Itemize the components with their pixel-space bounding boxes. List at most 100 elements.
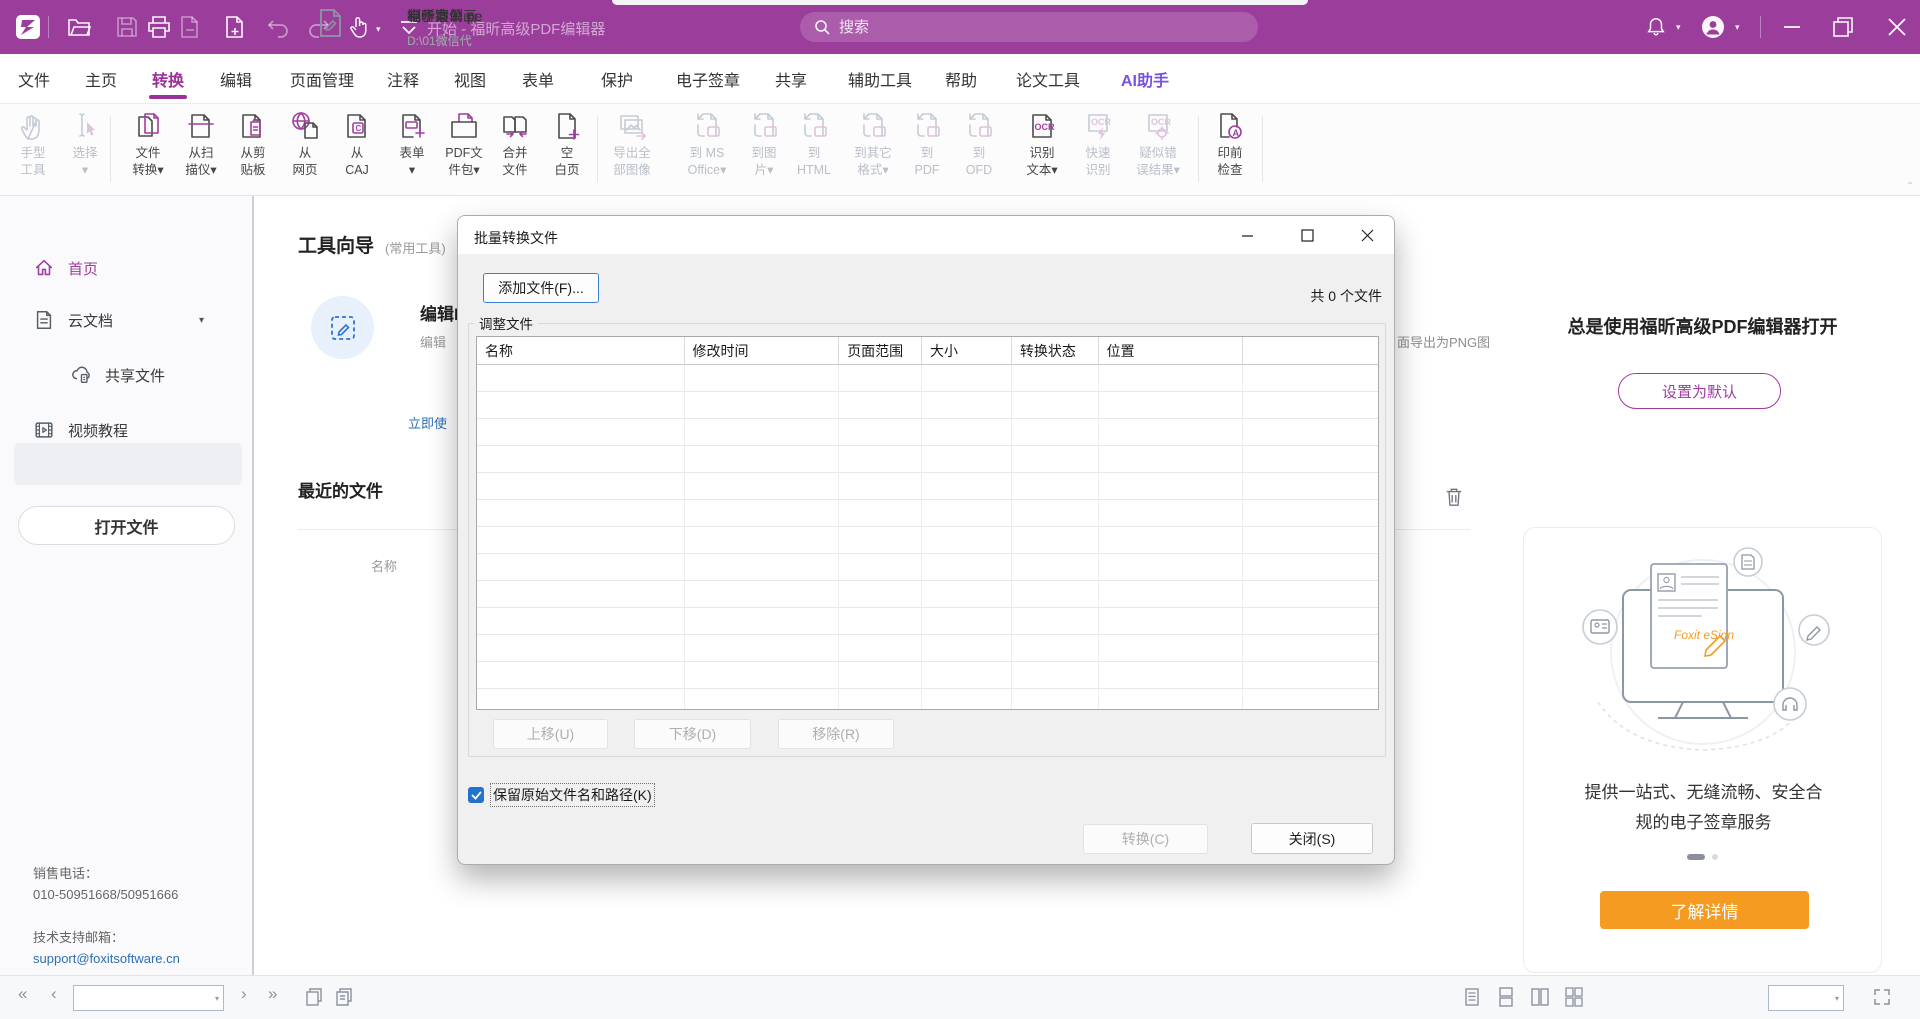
support-email-link[interactable]: support@foxitsoftware.cn: [33, 948, 180, 969]
snapshot-icon[interactable]: [304, 987, 324, 1012]
zoom-level-combo[interactable]: ▾: [1768, 985, 1844, 1011]
print-icon[interactable]: [146, 14, 172, 40]
ribbon-separator: [1262, 116, 1263, 182]
files-table-column-header[interactable]: 大小: [922, 337, 1012, 365]
titlebar-separator-2: [1760, 16, 1761, 38]
ribbon-ocr-text[interactable]: OCR 识别 文本▾: [1011, 107, 1073, 179]
ribbon-preflight[interactable]: A 印前 检查: [1199, 107, 1261, 179]
menu-home[interactable]: 主页: [85, 54, 117, 104]
facing-continuous-view-icon[interactable]: [1564, 987, 1584, 1012]
ribbon-to-other-format: 到其它 格式▾: [842, 107, 904, 179]
last-page-icon[interactable]: »: [268, 984, 277, 1004]
ribbon-blank-page[interactable]: 空 白页: [536, 107, 598, 179]
user-dropdown-caret[interactable]: ▾: [1735, 22, 1740, 33]
expand-caret-icon[interactable]: ▾: [199, 315, 204, 326]
电子案例画[interactable]: 电子案例画 D:\01微信代: [318, 0, 468, 60]
ribbon-from-caj[interactable]: C 从 CAJ: [326, 107, 388, 179]
menu-share[interactable]: 共享: [775, 54, 807, 104]
files-table[interactable]: 名称修改时间页面范围大小转换状态位置: [476, 336, 1379, 710]
user-avatar[interactable]: [1700, 14, 1726, 40]
menu-ai-assistant[interactable]: AI助手: [1121, 54, 1169, 104]
scrollbar-up-arrow[interactable]: ⌃: [1903, 181, 1917, 197]
next-page-icon[interactable]: ›: [241, 984, 247, 1004]
dialog-title: 批量转换文件: [474, 228, 558, 248]
single-page-view-icon[interactable]: [1462, 987, 1482, 1012]
search-input[interactable]: [839, 19, 1219, 36]
titlebar-separator: [48, 16, 49, 38]
menu-protect[interactable]: 保护: [601, 54, 633, 104]
edit-pdf-tool-icon[interactable]: [311, 296, 374, 359]
page-number-combo[interactable]: ▾: [73, 985, 224, 1011]
files-table-column: [1243, 365, 1378, 709]
files-table-column: [1012, 365, 1099, 709]
remove-button: 移除(R): [778, 719, 894, 749]
clipped-tool-description: 面导出为PNG图: [1397, 332, 1490, 351]
menu-convert[interactable]: 转换: [152, 54, 184, 104]
menu-comment[interactable]: 注释: [387, 54, 419, 104]
sidebar-item-home[interactable]: 首页: [0, 247, 254, 289]
previous-page-icon[interactable]: ‹: [51, 984, 57, 1004]
notifications-bell-icon[interactable]: [1645, 16, 1667, 38]
first-page-icon[interactable]: «: [18, 984, 27, 1004]
recent-files-title: 最近的文件: [298, 477, 383, 502]
clear-recent-trash-icon[interactable]: [1444, 486, 1464, 508]
home-icon: [33, 257, 55, 279]
menu-view[interactable]: 视图: [454, 54, 486, 104]
carousel-dots[interactable]: [1687, 854, 1718, 860]
menu-file[interactable]: 文件: [18, 54, 50, 104]
continuous-view-icon[interactable]: [1496, 987, 1516, 1012]
new-page-icon[interactable]: [222, 14, 248, 40]
menu-paper-tools[interactable]: 论文工具: [1016, 54, 1080, 104]
keep-name-path-label[interactable]: 保留原始文件名和路径(K): [490, 783, 655, 807]
notifications-dropdown-caret[interactable]: ▾: [1676, 22, 1681, 33]
promo-line-1: 提供一站式、无缝流畅、安全合: [1524, 778, 1883, 803]
sidebar-item-shared-files[interactable]: 共享文件: [0, 354, 254, 396]
use-now-link[interactable]: 立即使: [408, 413, 447, 432]
dialog-minimize-icon[interactable]: [1227, 220, 1267, 250]
menu-esign[interactable]: 电子签章: [676, 54, 740, 104]
tool-card-description: 编辑: [420, 332, 446, 351]
search-box[interactable]: [800, 12, 1258, 42]
ribbon-select-tool: 选择 ▾: [54, 107, 116, 179]
close-button[interactable]: 关闭(S): [1251, 823, 1373, 854]
sales-label: 销售电话：: [33, 863, 178, 884]
svg-text:OCR: OCR: [1151, 117, 1172, 127]
files-table-column: [839, 365, 922, 709]
files-table-column-header[interactable]: 位置: [1099, 337, 1244, 365]
menu-form[interactable]: 表单: [522, 54, 554, 104]
fullscreen-icon[interactable]: [1872, 987, 1892, 1012]
minimize-window-icon[interactable]: [1779, 14, 1805, 40]
dialog-maximize-icon[interactable]: [1287, 220, 1327, 250]
files-table-column-header[interactable]: [1243, 337, 1378, 365]
files-table-column-header[interactable]: 转换状态: [1012, 337, 1099, 365]
add-files-button[interactable]: 添加文件(F)...: [483, 273, 599, 303]
close-window-icon[interactable]: [1884, 14, 1910, 40]
keep-name-path-checkbox[interactable]: [468, 787, 484, 803]
menu-accessibility[interactable]: 辅助工具: [848, 54, 912, 104]
files-table-column-header[interactable]: 修改时间: [685, 337, 840, 365]
files-table-column-header[interactable]: 名称: [477, 337, 685, 365]
esign-illustration: Foxit eSign: [1538, 542, 1868, 777]
clipboard-page-icon[interactable]: [334, 987, 354, 1012]
files-table-body[interactable]: [477, 365, 1378, 709]
set-default-button[interactable]: 设置为默认: [1618, 373, 1781, 409]
menu-edit[interactable]: 编辑: [220, 54, 252, 104]
sidebar-item-video-tutorials[interactable]: 视频教程: [0, 409, 254, 451]
dialog-titlebar[interactable]: 批量转换文件: [458, 216, 1394, 254]
facing-view-icon[interactable]: [1530, 987, 1550, 1012]
convert-button: 转换(C): [1083, 824, 1208, 854]
learn-more-button[interactable]: 了解详情: [1600, 891, 1809, 929]
sidebar-item-cloud-docs[interactable]: 云文档▾: [0, 299, 254, 341]
dialog-close-icon[interactable]: [1347, 220, 1387, 250]
open-file-button[interactable]: 打开文件: [18, 506, 235, 545]
svg-text:C: C: [356, 124, 362, 133]
carousel-dot[interactable]: [1712, 854, 1718, 860]
files-table-header: 名称修改时间页面范围大小转换状态位置: [477, 337, 1378, 365]
restore-window-icon[interactable]: [1830, 14, 1856, 40]
open-file-icon[interactable]: [66, 14, 92, 40]
menu-page-manage[interactable]: 页面管理: [290, 54, 354, 104]
carousel-dot-active[interactable]: [1687, 854, 1705, 860]
files-table-column-header[interactable]: 页面范围: [839, 337, 922, 365]
menu-help[interactable]: 帮助: [945, 54, 977, 104]
ribbon-quick-ocr: OCR 快速 识别: [1067, 107, 1129, 179]
